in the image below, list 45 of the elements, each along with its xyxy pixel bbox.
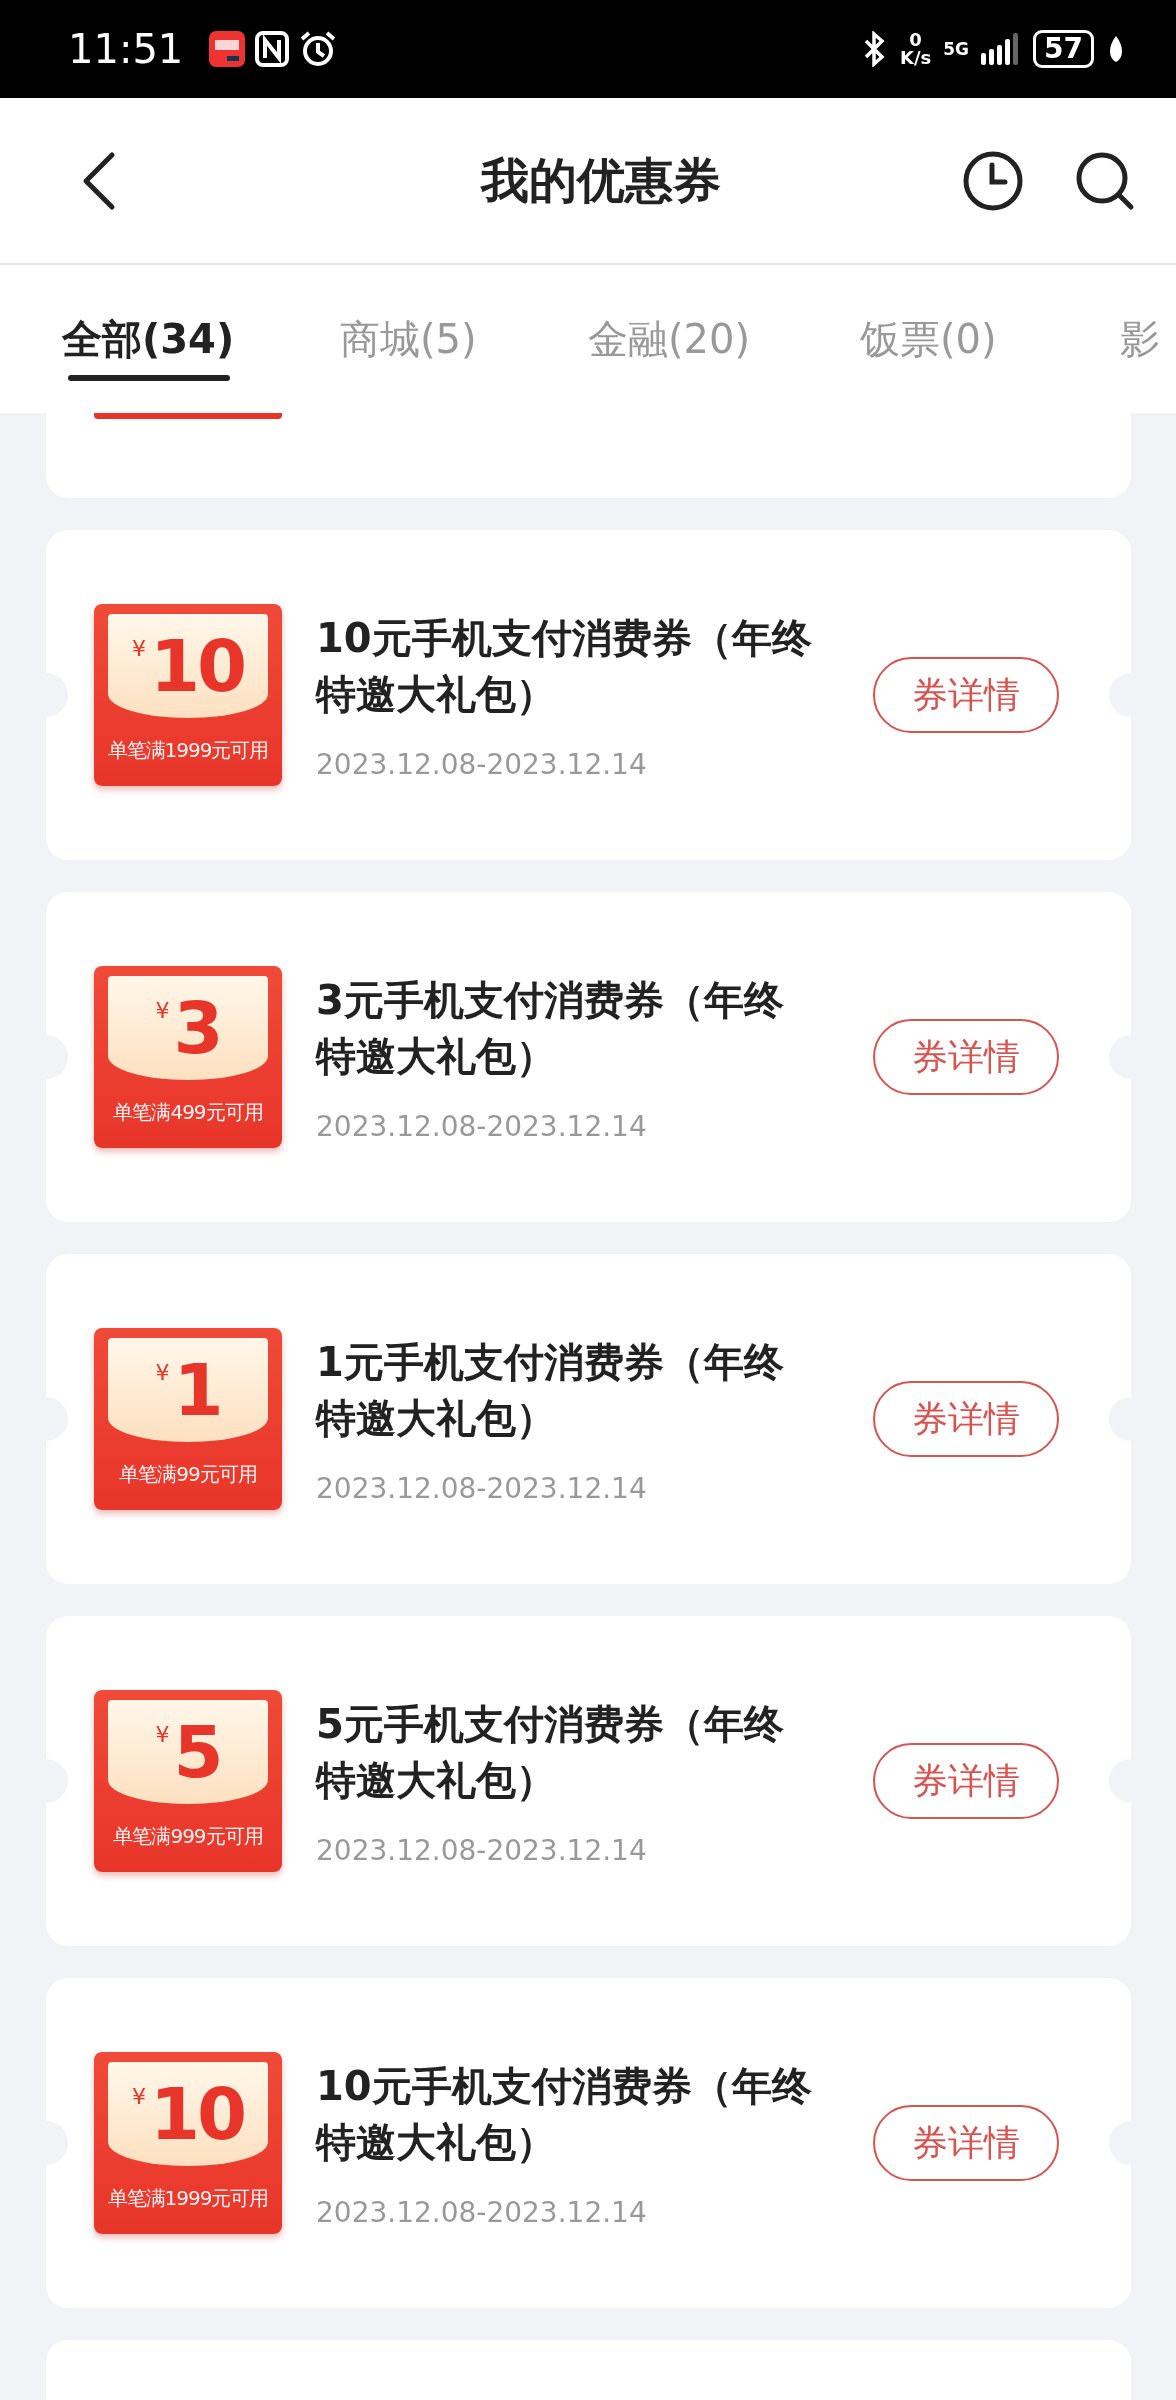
app-notification-icon — [209, 31, 246, 67]
category-tab[interactable]: 金融(20) — [588, 265, 751, 413]
coupon-title: 10元手机支付消费券（年终特邀大礼包） — [316, 2061, 813, 2167]
coupon-details-button[interactable]: 券详情 — [873, 2105, 1059, 2181]
validity-dates: 2023.12.08-2023.12.14 — [316, 1471, 648, 1505]
coupon-amount: 5 — [173, 1712, 221, 1792]
clock-time: 11:51 — [68, 26, 184, 72]
coupon-condition: 单笔满1999元可用 — [107, 2185, 269, 2212]
coupon-amount: 3 — [173, 988, 221, 1068]
category-tab[interactable]: 影 — [1120, 265, 1160, 413]
validity-dates: 2023.12.08-2023.12.14 — [316, 1833, 648, 1867]
coupon-condition: 单笔满999元可用 — [113, 1823, 263, 1850]
category-tab[interactable]: 全部(34) — [62, 265, 235, 413]
currency-symbol: ¥ — [131, 2084, 146, 2109]
network-speed: 0 — [909, 31, 922, 49]
coupon-details-button[interactable]: 券详情 — [873, 1381, 1059, 1457]
coupon-details-button[interactable]: 券详情 — [873, 657, 1059, 733]
category-tab[interactable]: 饭票(0) — [860, 265, 997, 413]
nfc-icon — [255, 31, 290, 67]
category-tab[interactable]: 商城(5) — [340, 265, 477, 413]
validity-dates: 2023.12.08-2023.12.14 — [316, 1109, 648, 1143]
coupon-title: 3元手机支付消费券（年终特邀大礼包） — [316, 975, 785, 1081]
coupon-amount: 10 — [149, 626, 245, 706]
page-title: 我的优惠券 — [479, 150, 722, 210]
currency-symbol: ¥ — [155, 1360, 170, 1385]
coupon-details-button[interactable]: 券详情 — [873, 1019, 1059, 1095]
coupon-amount: 10 — [149, 2074, 245, 2154]
alarm-icon — [299, 30, 338, 68]
validity-dates: 2023.12.08-2023.12.14 — [316, 747, 648, 781]
history-button[interactable] — [962, 149, 1024, 212]
speed-unit: K/s — [900, 49, 932, 67]
coupon-condition: 单笔满1999元可用 — [107, 737, 269, 764]
coupon-title: 5元手机支付消费券（年终特邀大礼包） — [316, 1699, 785, 1805]
coupon-amount: 1 — [173, 1350, 221, 1430]
coupon-title: 1元手机支付消费券（年终特邀大礼包） — [316, 1337, 785, 1443]
currency-symbol: ¥ — [131, 636, 146, 661]
coupon-details-button[interactable]: 券详情 — [873, 1743, 1059, 1819]
coupon-title: 10元手机支付消费券（年终特邀大礼包） — [316, 613, 813, 719]
network-type: 5G — [943, 39, 970, 59]
coupon-condition: 单笔满499元可用 — [113, 1099, 263, 1126]
validity-dates: 2023.12.08-2023.12.14 — [316, 2195, 648, 2229]
currency-symbol: ¥ — [155, 1722, 170, 1747]
battery-level: 57 — [1033, 30, 1094, 68]
coupon-condition: 单笔满99元可用 — [119, 1461, 257, 1488]
currency-symbol: ¥ — [155, 998, 170, 1023]
